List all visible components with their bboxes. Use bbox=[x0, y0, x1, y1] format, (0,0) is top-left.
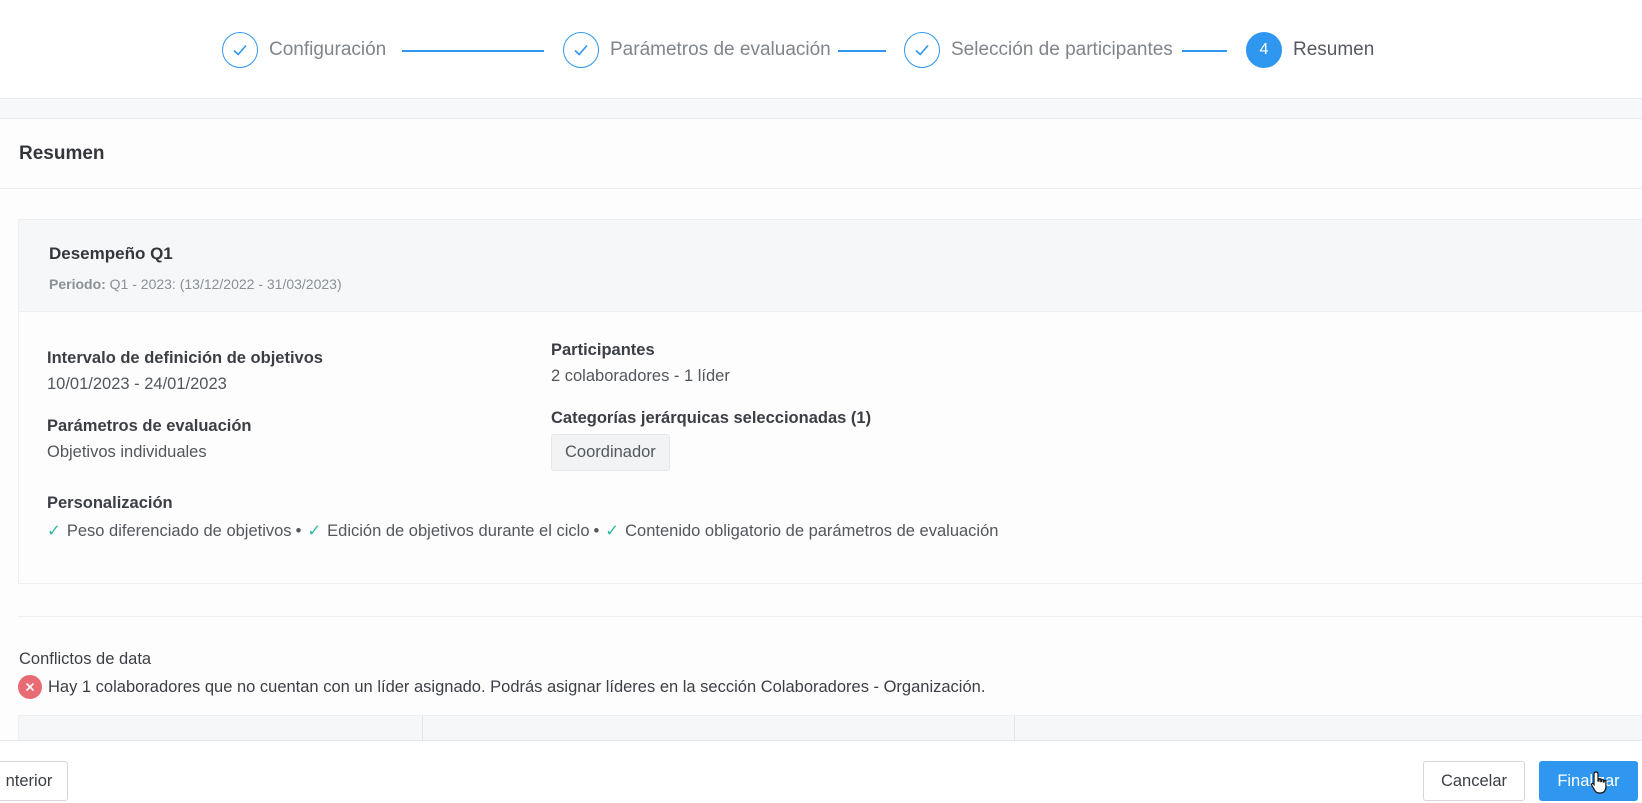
summary-panel: Resumen Desempeño Q1 Periodo: Q1 - 2023:… bbox=[0, 118, 1642, 750]
conflict-message-row: Hay 1 colaboradores que no cuentan con u… bbox=[18, 675, 985, 699]
section-divider bbox=[18, 616, 1642, 617]
personalization-list: ✓ Peso diferenciado de objetivos • ✓ Edición… bbox=[47, 521, 998, 541]
objectives-interval: Intervalo de definición de objetivos 10/… bbox=[47, 349, 323, 394]
category-chip: Coordinador bbox=[551, 434, 670, 471]
separator: • bbox=[295, 522, 302, 540]
step-connector bbox=[838, 50, 886, 52]
evaluation-header: Desempeño Q1 Periodo: Q1 - 2023: (13/12/… bbox=[19, 220, 1642, 312]
step-label: Parámetros de evaluación bbox=[610, 39, 831, 60]
wizard-footer: nterior Cancelar Finalizar bbox=[0, 740, 1642, 803]
step-parametros[interactable]: Parámetros de evaluación bbox=[563, 32, 831, 68]
step-label: Configuración bbox=[269, 39, 387, 60]
personalization-item: Contenido obligatorio de parámetros de e… bbox=[625, 522, 999, 540]
evaluation-period: Periodo: Q1 - 2023: (13/12/2022 - 31/03/… bbox=[49, 276, 1642, 292]
step-connector bbox=[1182, 50, 1227, 52]
evaluation-parameters: Parámetros de evaluación Objetivos indiv… bbox=[47, 417, 252, 462]
evaluation-card: Desempeño Q1 Periodo: Q1 - 2023: (13/12/… bbox=[18, 219, 1642, 584]
field-label: Personalización bbox=[47, 494, 173, 512]
field-value: 2 colaboradores - 1 líder bbox=[551, 367, 730, 385]
step-configuracion[interactable]: Configuración bbox=[222, 32, 386, 68]
participants: Participantes 2 colaboradores - 1 líder bbox=[551, 341, 730, 386]
step-number: 4 bbox=[1246, 32, 1282, 68]
previous-button[interactable]: nterior bbox=[0, 761, 68, 801]
period-label: Periodo: bbox=[49, 276, 106, 292]
personalization-item: Peso diferenciado de objetivos bbox=[66, 522, 292, 540]
check-icon: ✓ bbox=[605, 522, 620, 540]
cancel-button[interactable]: Cancelar bbox=[1423, 761, 1525, 801]
personalization: Personalización ✓ Peso diferenciado de ob… bbox=[47, 494, 998, 541]
field-label: Categorías jerárquicas seleccionadas (1) bbox=[551, 409, 872, 427]
period-value: Q1 - 2023: (13/12/2022 - 31/03/2023) bbox=[109, 276, 342, 292]
step-label: Resumen bbox=[1293, 39, 1375, 60]
step-seleccion[interactable]: Selección de participantes bbox=[904, 32, 1173, 68]
hierarchical-categories: Categorías jerárquicas seleccionadas (1)… bbox=[551, 409, 871, 471]
conflict-message: Hay 1 colaboradores que no cuentan con u… bbox=[48, 677, 986, 696]
conflicts-title: Conflictos de data bbox=[19, 650, 152, 668]
field-label: Intervalo de definición de objetivos bbox=[47, 349, 323, 367]
check-icon: ✓ bbox=[307, 522, 322, 540]
field-value: Objetivos individuales bbox=[47, 443, 207, 461]
step-connector bbox=[402, 50, 544, 52]
check-icon bbox=[904, 32, 940, 68]
field-label: Participantes bbox=[551, 341, 655, 359]
step-label: Selección de participantes bbox=[951, 39, 1173, 60]
check-icon bbox=[563, 32, 599, 68]
wizard-stepper: Configuración Parámetros de evaluación S… bbox=[0, 0, 1642, 99]
check-icon: ✓ bbox=[47, 522, 61, 540]
separator: • bbox=[593, 522, 600, 540]
field-value: 10/01/2023 - 24/01/2023 bbox=[47, 375, 227, 393]
field-label: Parámetros de evaluación bbox=[47, 417, 252, 435]
evaluation-name: Desempeño Q1 bbox=[49, 244, 173, 263]
personalization-item: Edición de objetivos durante el ciclo bbox=[327, 522, 590, 540]
check-icon bbox=[222, 32, 258, 68]
hand-cursor-icon bbox=[1590, 771, 1607, 794]
summary-title: Resumen bbox=[0, 119, 1642, 189]
error-icon bbox=[18, 675, 42, 699]
step-resumen[interactable]: 4 Resumen bbox=[1246, 32, 1374, 68]
